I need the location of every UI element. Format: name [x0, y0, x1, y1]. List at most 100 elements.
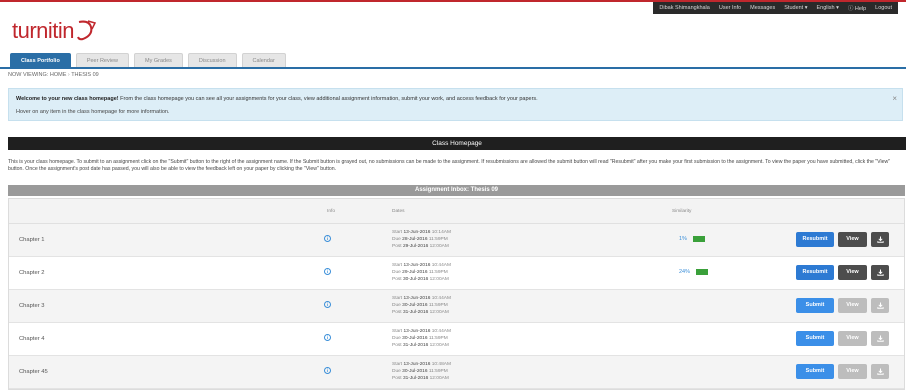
tab-class-portfolio[interactable]: Class Portfolio — [10, 53, 71, 67]
breadcrumb: NOW VIEWING: HOME › THESIS 09 — [8, 72, 99, 78]
row-actions: Resubmit View — [796, 232, 889, 247]
info-circle-icon[interactable]: i — [324, 235, 331, 242]
assignment-name: Chapter 4 — [19, 336, 45, 342]
download-button[interactable] — [871, 232, 889, 247]
download-icon — [876, 236, 884, 243]
similarity-score[interactable]: 1% — [679, 236, 705, 242]
start-date: Start 13-Jun-2016 10:48AM — [392, 362, 451, 367]
assignment-dates: Start 13-Jun-2016 10:44AM Due 29-Jul-201… — [392, 262, 451, 284]
view-button[interactable]: View — [838, 232, 867, 247]
table-row: Chapter 45 i Start 13-Jun-2016 10:48AM D… — [9, 356, 904, 389]
nav-user-name[interactable]: Dibak Shimangkhala — [659, 5, 709, 11]
breadcrumb-current: THESIS 09 — [71, 72, 99, 78]
class-tabs: Class Portfolio Peer Review My Grades Di… — [10, 53, 286, 67]
top-navigation: Dibak Shimangkhala User Info Messages St… — [653, 2, 898, 14]
assignment-name: Chapter 45 — [19, 369, 48, 375]
similarity-percent[interactable]: 1% — [679, 236, 687, 242]
nav-role-dropdown[interactable]: Student ▾ — [784, 5, 807, 11]
start-date: Start 13-Jun-2016 10:44AM — [392, 329, 451, 334]
similarity-score[interactable]: 24% — [679, 269, 709, 275]
row-actions: Submit View — [796, 331, 889, 346]
due-date: Due 30-Jul-2016 11:59PM — [392, 336, 448, 342]
welcome-text: From the class homepage you can see all … — [118, 96, 538, 102]
turnitin-swoosh-icon — [77, 20, 97, 41]
view-button[interactable]: View — [838, 364, 867, 379]
download-button[interactable] — [871, 265, 889, 280]
table-row: Chapter 1 i Start 13-Jun-2016 10:14AM Du… — [9, 224, 904, 257]
similarity-bar[interactable] — [692, 236, 705, 242]
tab-underline — [0, 67, 906, 69]
post-date: Post 31-Jul-2016 12:00AM — [392, 343, 449, 349]
assignment-name: Chapter 2 — [19, 270, 45, 276]
row-actions: Resubmit View — [796, 265, 889, 280]
submit-button[interactable]: Submit — [796, 331, 834, 346]
assignment-dates: Start 13-Jun-2016 10:14AM Due 28-Jul-201… — [392, 229, 451, 251]
info-circle-icon[interactable]: i — [324, 301, 331, 308]
assignment-dates: Start 13-Jun-2016 10:44AM Due 30-Jul-201… — [392, 295, 451, 317]
nav-help[interactable]: ⓘ Help — [848, 4, 866, 12]
similarity-bar[interactable] — [696, 269, 709, 275]
view-button[interactable]: View — [838, 265, 867, 280]
nav-logout[interactable]: Logout — [875, 5, 892, 11]
download-button[interactable] — [871, 364, 889, 379]
tab-discussion[interactable]: Discussion — [187, 53, 237, 67]
info-circle-icon[interactable]: i — [324, 334, 331, 341]
submit-button[interactable]: Submit — [796, 298, 834, 313]
homepage-description: This is your class homepage. To submit t… — [8, 159, 891, 173]
assignment-name: Chapter 3 — [19, 303, 45, 309]
view-button[interactable]: View — [838, 298, 867, 313]
download-icon — [876, 302, 884, 309]
submit-button[interactable]: Submit — [796, 364, 834, 379]
due-date: Due 29-Jul-2016 11:59PM — [392, 270, 448, 276]
close-icon[interactable]: × — [892, 94, 897, 103]
download-icon — [876, 368, 884, 375]
assignment-table: Info Dates Similarity Chapter 1 i Start … — [8, 198, 905, 390]
breadcrumb-separator: › — [67, 72, 70, 78]
post-date: Post 31-Jul-2016 12:00AM — [392, 376, 449, 382]
header-info: Info — [327, 209, 336, 214]
resubmit-button[interactable]: Resubmit — [796, 232, 834, 247]
post-date: Post 29-Jul-2016 12:00AM — [392, 244, 449, 250]
due-date: Due 30-Jul-2016 11:59PM — [392, 303, 448, 309]
due-date: Due 30-Jul-2016 11:59PM — [392, 369, 448, 375]
table-header: Info Dates Similarity — [9, 199, 904, 224]
download-button[interactable] — [871, 331, 889, 346]
class-homepage-bar: Class Homepage — [8, 137, 906, 150]
row-actions: Submit View — [796, 298, 889, 313]
assignment-dates: Start 13-Jun-2016 10:44AM Due 30-Jul-201… — [392, 328, 451, 350]
tab-my-grades[interactable]: My Grades — [134, 53, 183, 67]
welcome-message: Welcome to your new class homepage! From… — [16, 96, 538, 102]
post-date: Post 31-Jul-2016 12:00AM — [392, 310, 449, 316]
table-row: Chapter 4 i Start 13-Jun-2016 10:44AM Du… — [9, 323, 904, 356]
welcome-hint: Hover on any item in the class homepage … — [16, 109, 170, 115]
assignment-dates: Start 13-Jun-2016 10:48AM Due 30-Jul-201… — [392, 361, 451, 383]
info-circle-icon[interactable]: i — [324, 268, 331, 275]
similarity-percent[interactable]: 24% — [679, 269, 690, 275]
info-circle-icon[interactable]: i — [324, 367, 331, 374]
download-icon — [876, 335, 884, 342]
assignment-inbox-title: Assignment Inbox: Thesis 09 — [8, 185, 905, 196]
resubmit-button[interactable]: Resubmit — [796, 265, 834, 280]
download-button[interactable] — [871, 298, 889, 313]
nav-language-dropdown[interactable]: English ▾ — [817, 5, 839, 11]
due-date: Due 28-Jul-2016 11:59PM — [392, 237, 448, 243]
start-date: Start 13-Jun-2016 10:44AM — [392, 263, 451, 268]
tab-peer-review[interactable]: Peer Review — [75, 53, 129, 67]
turnitin-logo[interactable]: turnitin — [12, 18, 97, 44]
breadcrumb-home[interactable]: HOME — [50, 72, 67, 78]
table-row: Chapter 2 i Start 13-Jun-2016 10:44AM Du… — [9, 257, 904, 290]
view-button[interactable]: View — [838, 331, 867, 346]
row-actions: Submit View — [796, 364, 889, 379]
download-icon — [876, 269, 884, 276]
post-date: Post 30-Jul-2016 12:00AM — [392, 277, 449, 283]
start-date: Start 13-Jun-2016 10:44AM — [392, 296, 451, 301]
breadcrumb-prefix: NOW VIEWING: — [8, 72, 49, 78]
welcome-banner: Welcome to your new class homepage! From… — [8, 88, 903, 121]
assignment-name: Chapter 1 — [19, 237, 45, 243]
tab-calendar[interactable]: Calendar — [241, 53, 286, 67]
nav-user-info[interactable]: User Info — [719, 5, 741, 11]
nav-messages[interactable]: Messages — [750, 5, 775, 11]
welcome-heading: Welcome to your new class homepage! — [16, 96, 119, 102]
header-similarity: Similarity — [672, 209, 692, 214]
table-row: Chapter 3 i Start 13-Jun-2016 10:44AM Du… — [9, 290, 904, 323]
